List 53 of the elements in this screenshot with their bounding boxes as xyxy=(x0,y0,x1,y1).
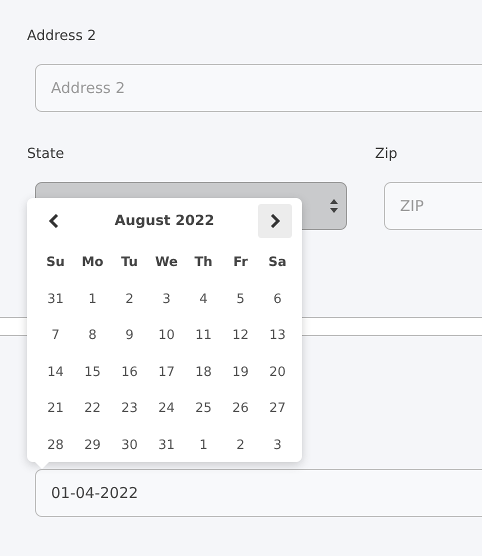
weekday-label: Su xyxy=(45,254,66,272)
calendar-day[interactable]: 1 xyxy=(74,282,111,318)
calendar-day[interactable]: 2 xyxy=(111,282,148,318)
weekday-label: Tu xyxy=(120,254,139,272)
calendar-day[interactable]: 10 xyxy=(148,318,185,354)
calendar-day[interactable]: 28 xyxy=(37,428,74,464)
calendar-day[interactable]: 15 xyxy=(74,354,111,391)
calendar-day[interactable]: 7 xyxy=(37,318,74,354)
month-title: August 2022 xyxy=(114,212,214,230)
field-label: Address 2 xyxy=(27,27,98,46)
calendar-day[interactable]: 1 xyxy=(185,428,222,464)
calendar-day[interactable]: 31 xyxy=(148,428,185,464)
calendar-day[interactable]: 24 xyxy=(148,391,185,428)
weekday-label: Mo xyxy=(80,254,104,272)
weekday-label: We xyxy=(154,254,179,272)
calendar-day[interactable]: 3 xyxy=(259,428,296,464)
calendar-day[interactable]: 3 xyxy=(148,282,185,318)
calendar-day[interactable]: 23 xyxy=(111,391,148,428)
calendar-day[interactable]: 19 xyxy=(222,354,259,391)
calendar-day[interactable]: 21 xyxy=(37,391,74,428)
calendar-day[interactable]: 22 xyxy=(74,391,111,428)
calendar-day[interactable]: 6 xyxy=(259,282,296,318)
field-label: State xyxy=(27,145,66,164)
weekday-label: Th xyxy=(193,254,214,272)
weekday-label: Fr xyxy=(232,254,249,272)
calendar-day[interactable]: 11 xyxy=(185,318,222,354)
calendar-day[interactable]: 12 xyxy=(222,318,259,354)
calendar-day[interactable]: 9 xyxy=(111,318,148,354)
chevron-left-icon xyxy=(49,214,59,228)
calendar-day[interactable]: 4 xyxy=(185,282,222,318)
calendar-day[interactable]: 31 xyxy=(37,282,74,318)
field-label: Zip xyxy=(375,145,398,164)
calendar-day[interactable]: 27 xyxy=(259,391,296,428)
calendar-day[interactable]: 2 xyxy=(222,428,259,464)
date-field[interactable]: 01-04-2022 xyxy=(35,469,482,517)
calendar-day[interactable]: 20 xyxy=(259,354,296,391)
calendar-day[interactable]: 13 xyxy=(259,318,296,354)
calendar-day[interactable]: 25 xyxy=(185,391,222,428)
sort-arrows-icon xyxy=(330,199,338,213)
next-month-button[interactable] xyxy=(258,204,292,238)
calendar-day[interactable]: 30 xyxy=(111,428,148,464)
calendar-day[interactable]: 26 xyxy=(222,391,259,428)
calendar-day[interactable]: 14 xyxy=(37,354,74,391)
calendar-day[interactable]: 18 xyxy=(185,354,222,391)
calendar-day[interactable]: 17 xyxy=(148,354,185,391)
calendar-day[interactable]: 16 xyxy=(111,354,148,391)
calendar-day[interactable]: 29 xyxy=(74,428,111,464)
calendar-day[interactable]: 5 xyxy=(222,282,259,318)
input-field[interactable]: Address 2 xyxy=(35,64,482,112)
calendar-day[interactable]: 8 xyxy=(74,318,111,354)
weekday-label: Sa xyxy=(267,254,288,272)
chevron-right-icon xyxy=(270,214,280,228)
input-field[interactable]: ZIP xyxy=(384,182,482,230)
